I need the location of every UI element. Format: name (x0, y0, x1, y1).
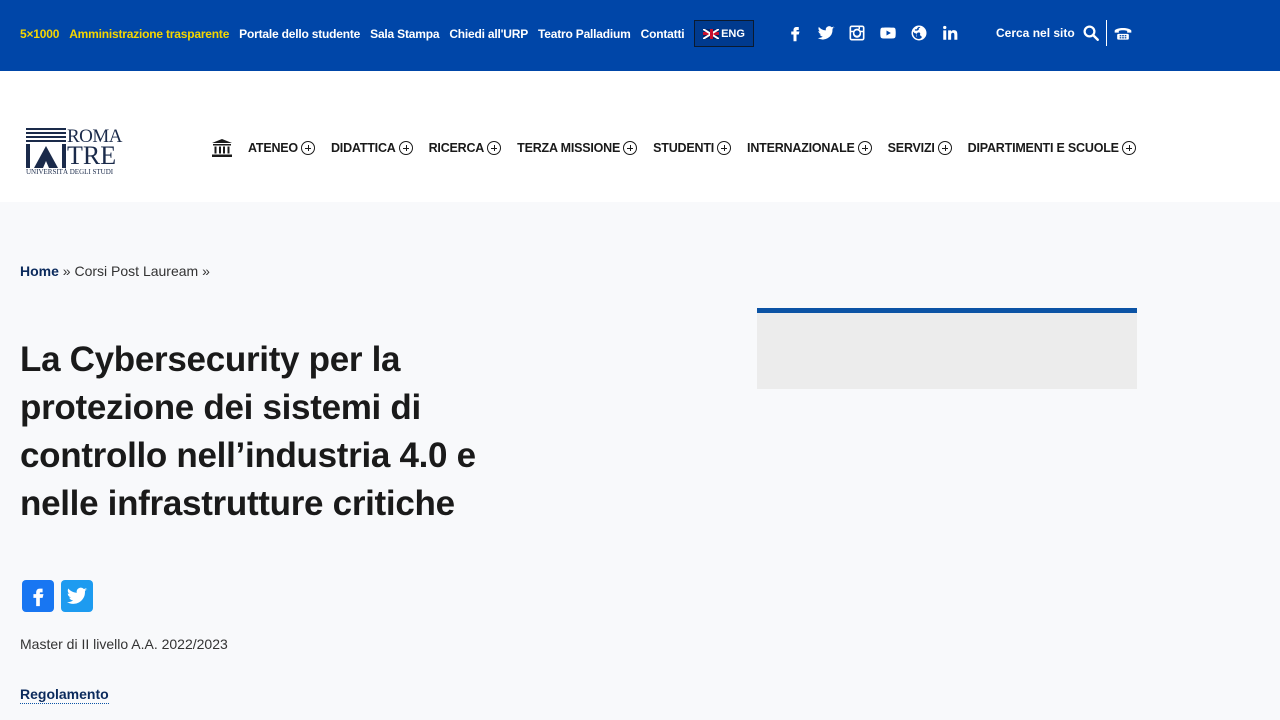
uk-flag-icon (703, 28, 720, 39)
expand-plus-icon[interactable] (300, 141, 315, 155)
page-title: La Cybersecurity per la protezione dei s… (20, 340, 476, 523)
share-facebook-button[interactable] (22, 580, 54, 612)
breadcrumb-separator: » (198, 263, 210, 279)
linkedin-icon[interactable] (941, 24, 959, 42)
expand-plus-icon[interactable] (717, 141, 732, 155)
nav-label: ATENEO (248, 141, 298, 155)
social-links (786, 22, 959, 44)
instagram-icon[interactable] (848, 24, 866, 42)
top-link-contatti[interactable]: Contatti (641, 27, 685, 41)
nav-item-studenti[interactable]: STUDENTI (653, 141, 732, 155)
nav-item-didattica[interactable]: DIDATTICA (331, 141, 413, 155)
top-link-teatro-palladium[interactable]: Teatro Palladium (538, 27, 631, 41)
top-link-sala-stampa[interactable]: Sala Stampa (370, 27, 439, 41)
expand-plus-icon[interactable] (487, 141, 502, 155)
site-header: ROMA TRE UNIVERSITÀ DEGLI STUDI ATENEO D… (0, 71, 1280, 202)
search-icon[interactable] (1082, 24, 1100, 42)
top-utility-bar: 5×1000 Amministrazione trasparente Porta… (0, 0, 1280, 71)
breadcrumb-separator: » (58, 263, 75, 279)
nav-label: RICERCA (428, 141, 485, 155)
expand-plus-icon[interactable] (1121, 141, 1136, 155)
top-link-amministrazione-trasparente[interactable]: Amministrazione trasparente (69, 27, 229, 41)
home-building-icon[interactable] (212, 139, 232, 157)
main-navigation: ATENEO DIDATTICA RICERCA TERZA MISSIONE … (212, 137, 1152, 159)
nav-item-dipartimenti-scuole[interactable]: DIPARTIMENTI E SCUOLE (968, 141, 1136, 155)
expand-plus-icon[interactable] (398, 141, 413, 155)
expand-plus-icon[interactable] (623, 141, 638, 155)
facebook-icon[interactable] (786, 24, 804, 42)
expand-plus-icon[interactable] (857, 141, 872, 155)
twitter-icon (66, 587, 88, 604)
nav-label: INTERNAZIONALE (747, 141, 855, 155)
nav-item-ricerca[interactable]: RICERCA (429, 141, 502, 155)
nav-label: TERZA MISSIONE (517, 141, 621, 155)
top-link-chiedi-urp[interactable]: Chiedi all'URP (449, 27, 528, 41)
sidebar-box (757, 308, 1137, 389)
nav-item-servizi[interactable]: SERVIZI (888, 141, 952, 155)
breadcrumb-corsi-link[interactable]: Corsi Post Lauream (74, 263, 198, 279)
top-link-5x1000[interactable]: 5×1000 (20, 27, 59, 41)
nav-label: SERVIZI (887, 141, 935, 155)
youtube-icon[interactable] (879, 24, 897, 42)
breadcrumb: Home » Corsi Post Lauream » (20, 263, 210, 279)
expand-plus-icon[interactable] (937, 141, 952, 155)
breadcrumb-home-link[interactable]: Home (20, 263, 59, 279)
top-links: 5×1000 Amministrazione trasparente Porta… (20, 26, 685, 42)
topbar-divider (1106, 20, 1107, 46)
nav-label: STUDENTI (653, 141, 715, 155)
top-link-portale-studente[interactable]: Portale dello studente (239, 27, 360, 41)
facebook-icon (33, 588, 44, 607)
phone-directory-icon[interactable] (1113, 24, 1133, 42)
globe-icon[interactable] (910, 24, 928, 42)
logo-emblem-icon (26, 128, 66, 168)
nav-label: DIDATTICA (330, 141, 396, 155)
share-twitter-button[interactable] (61, 580, 93, 612)
university-logo[interactable]: ROMA TRE UNIVERSITÀ DEGLI STUDI (26, 126, 126, 178)
language-label: ENG (721, 27, 745, 40)
nav-item-internazionale[interactable]: INTERNAZIONALE (747, 141, 872, 155)
regolamento-link[interactable]: Regolamento (20, 686, 109, 704)
nav-label: DIPARTIMENTI E SCUOLE (967, 141, 1119, 155)
course-level-text: Master di II livello A.A. 2022/2023 (20, 636, 228, 652)
nav-item-terza-missione[interactable]: TERZA MISSIONE (517, 141, 638, 155)
logo-text-tre: TRE (67, 141, 117, 170)
share-buttons (22, 580, 93, 612)
search-label[interactable]: Cerca nel sito (996, 26, 1075, 40)
logo-subtitle: UNIVERSITÀ DEGLI STUDI (26, 168, 114, 176)
nav-item-ateneo[interactable]: ATENEO (248, 141, 315, 155)
twitter-icon[interactable] (817, 24, 835, 42)
language-switch-button[interactable]: ENG (694, 20, 754, 47)
